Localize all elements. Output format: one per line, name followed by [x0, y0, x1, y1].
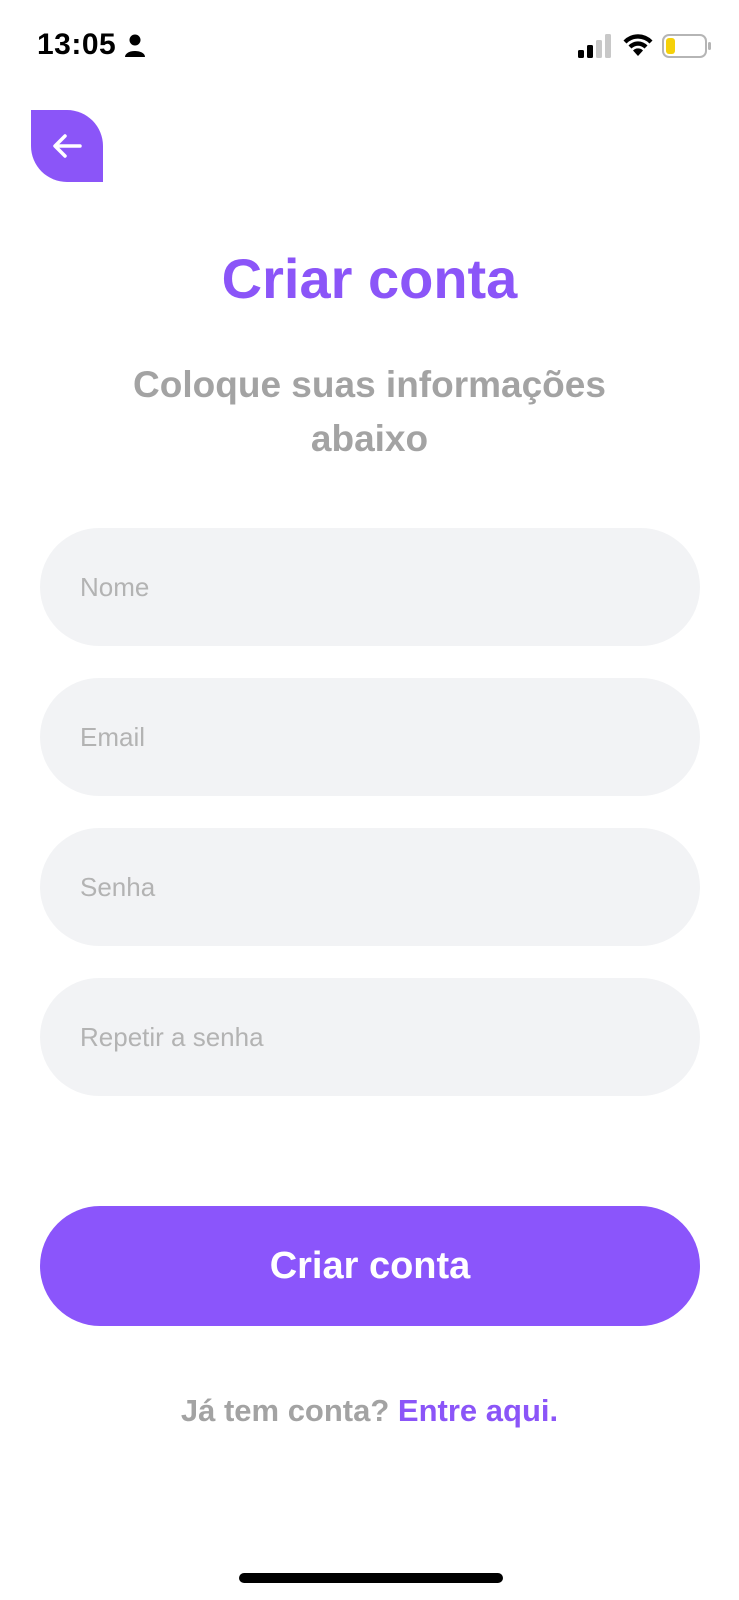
home-indicator	[239, 1573, 503, 1583]
page-subtitle: Coloque suas informações abaixo	[133, 364, 606, 459]
password-field[interactable]	[40, 828, 700, 946]
page-title: Criar conta	[221, 247, 518, 310]
signal-icon	[578, 34, 611, 58]
battery-icon	[662, 34, 711, 58]
arrow-left-icon	[53, 134, 82, 158]
back-button[interactable]	[31, 110, 103, 182]
login-link[interactable]: Entre aqui.	[398, 1393, 558, 1428]
create-account-button[interactable]: Criar conta	[40, 1206, 700, 1326]
person-icon	[125, 34, 145, 57]
wifi-icon	[623, 34, 653, 56]
create-account-screen: 13:05 Criar conta Coloque suas informaçõ…	[0, 0, 739, 1600]
login-prompt-row: Já tem conta? Entre aqui.	[0, 1393, 739, 1429]
login-prompt-text: Já tem conta?	[180, 1393, 398, 1428]
status-bar: 13:05	[0, 0, 739, 90]
name-field[interactable]	[40, 528, 700, 646]
status-time: 13:05	[37, 28, 117, 61]
email-field[interactable]	[40, 678, 700, 796]
repeat-password-field[interactable]	[40, 978, 700, 1096]
